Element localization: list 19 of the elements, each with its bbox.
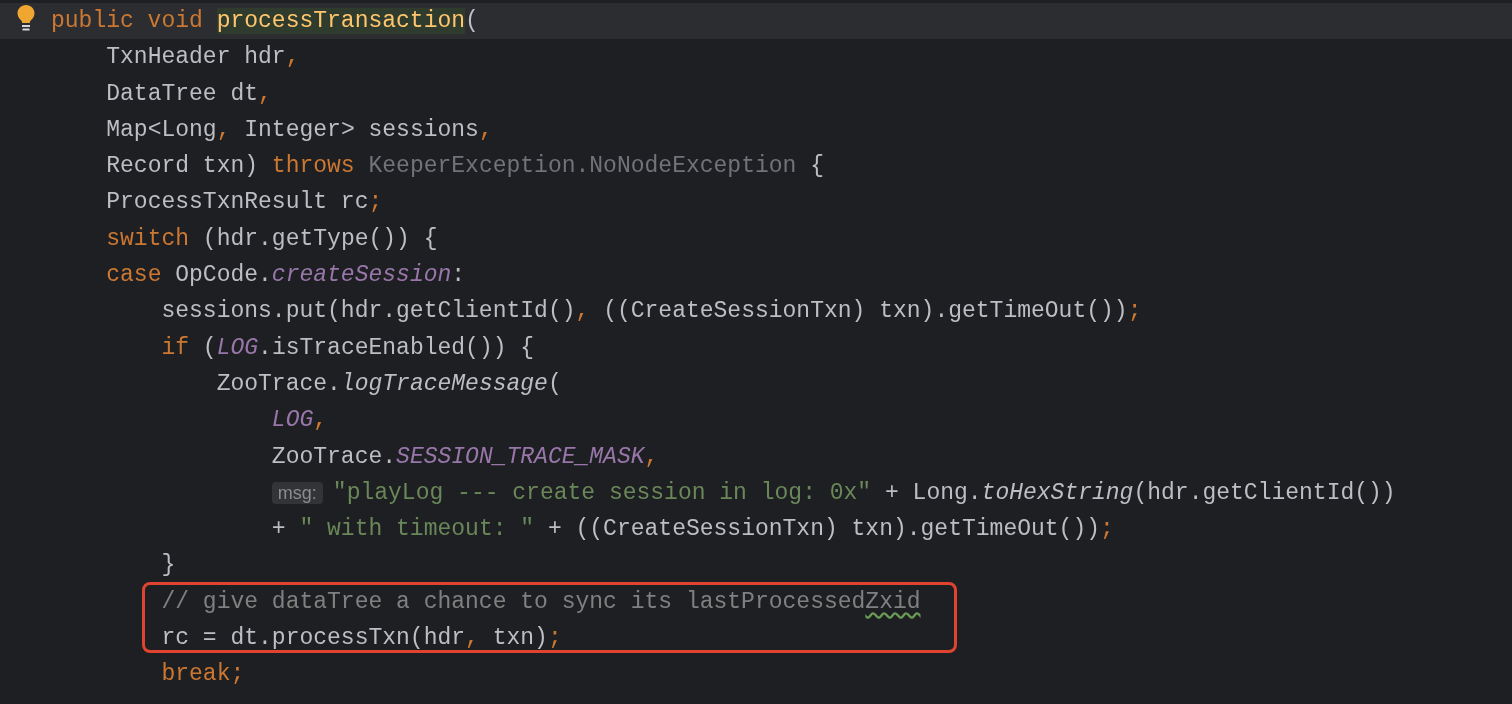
code-line: msg: "playLog --- create session in log: 0x" + Long.toHexString(hdr.getClientId()) [51,474,1396,512]
code-line: switch (hdr.getType()) { [105,224,438,254]
code-line: // give dataTree a chance to sync its lastProcessedZxid [160,587,921,617]
code-line: ZooTrace.SESSION_TRACE_MASK, [270,442,659,472]
code-line: + " with timeout: " + ((CreateSessionTxn) txn).getTimeOut()); [270,515,1114,545]
code-line: LOG, [270,406,328,436]
code-line: Record txn) throws KeeperException.NoNodeException { [105,152,824,182]
code-line: ProcessTxnResult rc; [105,188,383,218]
lightbulb-icon[interactable] [15,4,36,33]
code-line: TxnHeader hdr, [105,43,300,73]
code-line: break; [160,660,245,690]
code-line: Map<Long, Integer> sessions, [105,115,493,145]
code-line: if (LOG.isTraceEnabled()) { [160,333,535,363]
code-line: case OpCode.createSession: [105,261,466,291]
code-line: DataTree dt, [105,79,272,109]
code-line: rc = dt.processTxn(hdr, txn); [160,624,562,654]
code-line: ZooTrace.logTraceMessage( [215,369,562,399]
code-line: } [160,551,176,581]
code-line: sessions.put(hdr.getClientId(), ((CreateSessionTxn) txn).getTimeOut()); [160,297,1142,327]
